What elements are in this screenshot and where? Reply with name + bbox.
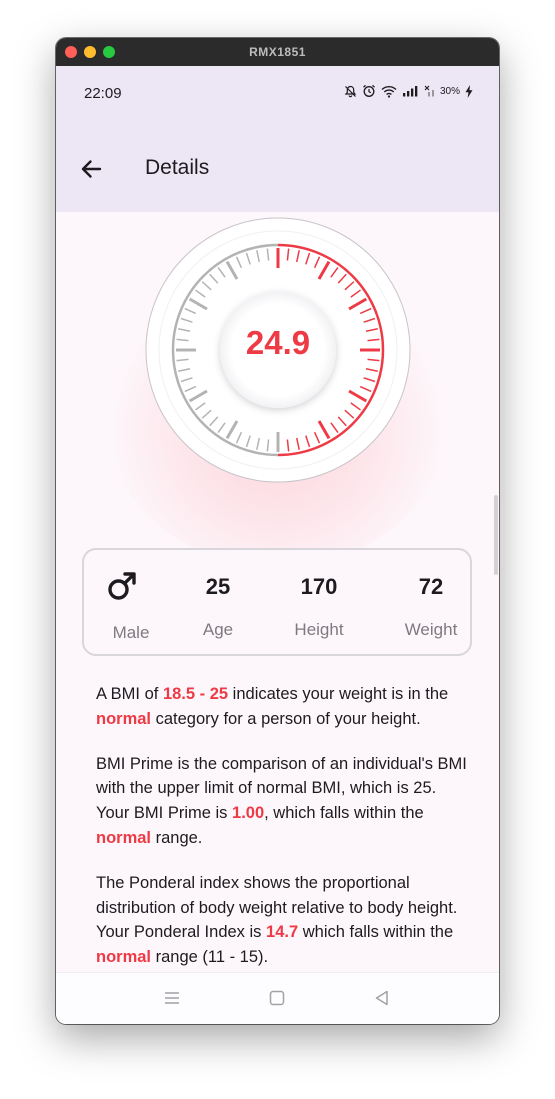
- home-square-icon[interactable]: [266, 987, 288, 1009]
- no-signal-icon: [424, 85, 434, 97]
- device-window: RMX1851 22:09 30% Details 24.9 Male 25 A…: [56, 38, 499, 1024]
- age-value: 25: [205, 574, 231, 599]
- stats-card: Male 25 Age 170 Height 72 Weight: [82, 548, 472, 656]
- window-title: RMX1851: [249, 45, 306, 59]
- charging-bolt-icon: [465, 84, 473, 98]
- wifi-icon: [381, 85, 397, 98]
- mute-bell-icon: [344, 85, 357, 97]
- back-arrow-icon[interactable]: [78, 156, 104, 182]
- menu-icon[interactable]: [161, 987, 183, 1009]
- bmi-prime-paragraph: BMI Prime is the comparison of an indivi…: [96, 752, 468, 851]
- signal-icon: [402, 86, 418, 97]
- back-triangle-icon[interactable]: [371, 987, 393, 1009]
- battery-level: 30%: [439, 85, 460, 97]
- male-symbol-icon: [108, 572, 136, 600]
- bmi-prime-highlight: 1.00: [232, 804, 265, 823]
- p3-text-2: which falls within the: [298, 923, 454, 942]
- ponderal-index-highlight: 14.7: [266, 923, 299, 942]
- height-label: Height: [294, 620, 344, 639]
- p2-text-2: , which falls within the: [264, 804, 424, 823]
- p1-text-3: category for a person of your height.: [151, 709, 421, 728]
- bmi-category-highlight: normal: [96, 709, 152, 728]
- window-titlebar: RMX1851: [56, 38, 499, 66]
- p1-text-2: indicates your weight is in the: [228, 685, 449, 703]
- ponderal-category-highlight: normal: [96, 948, 152, 967]
- bmi-range-highlight: 18.5 - 25: [162, 685, 229, 703]
- p3-text-3: range (11 - 15).: [151, 948, 269, 967]
- bmi-explanations: A BMI of 18.5 - 25 indicates your weight…: [96, 682, 468, 990]
- weight-label: Weight: [404, 620, 458, 639]
- p1-text-1: A BMI of: [96, 685, 163, 703]
- alarm-icon: [363, 84, 375, 97]
- age-label: Age: [202, 620, 234, 639]
- system-nav-bar: [56, 972, 499, 1024]
- bmi-range-paragraph: A BMI of 18.5 - 25 indicates your weight…: [96, 682, 468, 732]
- bmi-value: 24.9: [245, 324, 311, 361]
- details-content: 24.9 Male 25 Age 170 Height 72 Weight A …: [56, 212, 499, 1010]
- bmi-prime-category-highlight: normal: [96, 828, 152, 847]
- status-icons: 30%: [344, 84, 473, 98]
- p2-text-3: range.: [151, 828, 203, 847]
- page-title: Details: [145, 156, 210, 179]
- gender-label: Male: [112, 623, 150, 642]
- scrollbar[interactable]: [494, 495, 498, 575]
- weight-value: 72: [418, 574, 444, 599]
- status-bar: 22:09 30%: [56, 66, 499, 118]
- ponderal-index-paragraph: The Ponderal index shows the proportiona…: [96, 871, 468, 970]
- status-time: 22:09: [84, 85, 122, 102]
- app-bar: 22:09 30% Details: [56, 66, 499, 212]
- height-value: 170: [300, 574, 338, 599]
